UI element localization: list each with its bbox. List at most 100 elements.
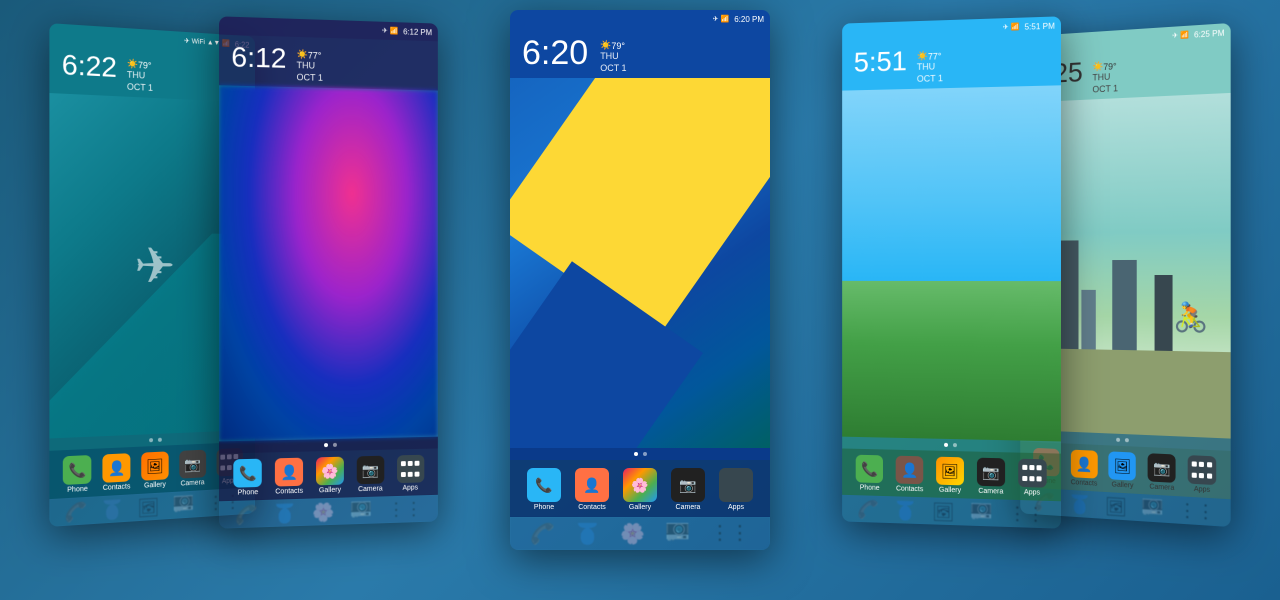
status-time-2: 6:12 PM — [403, 27, 432, 37]
app-camera-3[interactable]: 📷 Camera — [671, 468, 705, 511]
airplane-icon: ✈ — [134, 237, 175, 295]
app-camera[interactable]: 📷 Camera — [357, 456, 385, 494]
gallery-label-3: Gallery — [629, 504, 651, 511]
app-icon-contacts[interactable]: 👤 Contacts — [103, 453, 131, 492]
app-icon-phone[interactable]: 📞 Phone — [63, 455, 92, 494]
date-5: THUOCT 1 — [1092, 71, 1118, 96]
contacts-label: Contacts — [103, 483, 131, 492]
gallery-icon-5: 🖼 — [1109, 451, 1136, 480]
weather-3: ☀️ 79° — [600, 40, 625, 51]
app-icon-gallery[interactable]: 🖼 Gallery — [141, 451, 168, 489]
phone-icon-3: 📞 — [527, 468, 561, 502]
dock-reflection-3: 📞 👤 🌸 📷 ⋮⋮ — [510, 517, 770, 550]
dot — [1125, 438, 1129, 442]
phone-4[interactable]: ✈📶5:51 PM 5:51 ☀️ 77° THUOCT 1 — [842, 16, 1061, 528]
app-camera-4[interactable]: 📷 Camera — [977, 458, 1005, 496]
gallery-icon-2: 🌸 — [316, 457, 344, 486]
weather-4: ☀️ 77° — [917, 50, 942, 62]
app-phone[interactable]: 📞 Phone — [234, 459, 262, 497]
main-scene: ✈WiFi▲▼📶6:22 6:22 ☀️ 79° THUOCT 1 ✈ — [0, 0, 1280, 600]
phone-icon-4: 📞 — [856, 455, 883, 483]
app-contacts-3[interactable]: 👤 Contacts — [575, 468, 609, 511]
status-time-4: 5:51 PM — [1025, 21, 1055, 31]
app-apps-4[interactable]: Apps — [1018, 459, 1046, 497]
cyclist-figure: 🚴 — [1173, 301, 1208, 335]
camera-icon-3: 📷 — [671, 468, 705, 502]
app-apps-5[interactable]: Apps — [1188, 455, 1217, 494]
dock-reflection-4: 📞 👤 🖼 📷 ⋮⋮ — [842, 495, 1061, 529]
clock-time-2: 6:12 — [231, 43, 286, 73]
app-gallery-3[interactable]: 🌸 Gallery — [623, 468, 657, 511]
apps-label-5: Apps — [1194, 486, 1210, 494]
clock-time-1: 6:22 — [62, 51, 117, 82]
app-camera-5[interactable]: 📷 Camera — [1148, 453, 1176, 492]
dock-4: 📞 Phone 👤 Contacts 🖼 Gallery 📷 Camera — [842, 448, 1061, 501]
dot-active — [324, 443, 328, 447]
app-contacts-4[interactable]: 👤 Contacts — [896, 456, 924, 494]
apps-label-4: Apps — [1024, 489, 1040, 497]
status-time-3: 6:20 PM — [734, 15, 764, 24]
apps-icon-4 — [1018, 459, 1046, 488]
date-2: THUOCT 1 — [297, 60, 323, 84]
gallery-label-5: Gallery — [1112, 481, 1134, 489]
dot — [643, 452, 647, 456]
app-gallery[interactable]: 🌸 Gallery — [316, 457, 344, 495]
app-contacts-5[interactable]: 👤 Contacts — [1071, 450, 1098, 488]
date-4: THUOCT 1 — [917, 61, 943, 85]
phone-icon: 📞 — [63, 455, 92, 485]
contacts-label-4: Contacts — [896, 485, 923, 493]
app-apps-3[interactable]: Apps — [719, 468, 753, 511]
gallery-label: Gallery — [144, 481, 166, 489]
app-contacts[interactable]: 👤 Contacts — [275, 458, 303, 496]
weather-2: ☀️ 77° — [297, 49, 322, 61]
contacts-icon-3: 👤 — [575, 468, 609, 502]
camera-label: Camera — [181, 479, 205, 487]
camera-label-5: Camera — [1149, 483, 1174, 491]
app-gallery-5[interactable]: 🖼 Gallery — [1109, 451, 1136, 489]
clock-area-2: 6:12 ☀️ 77° THUOCT 1 — [219, 35, 438, 91]
phone-label-2: Phone — [238, 489, 259, 497]
status-bar-3: ✈📶6:20 PM — [510, 10, 770, 28]
dot — [149, 438, 153, 442]
camera-icon-2: 📷 — [357, 456, 385, 485]
clock-area-3: 6:20 ☀️ 79° THUOCT 1 — [510, 28, 770, 78]
gallery-icon: 🖼 — [141, 451, 168, 480]
app-gallery-4[interactable]: 🖼 Gallery — [936, 457, 964, 495]
gallery-label-2: Gallery — [319, 487, 341, 495]
contacts-label-2: Contacts — [275, 488, 303, 496]
phone-2[interactable]: ✈📶6:12 PM 6:12 ☀️ 77° THUOCT 1 — [219, 16, 438, 528]
clock-time-4: 5:51 — [854, 47, 907, 76]
camera-label-2: Camera — [358, 486, 383, 494]
app-icon-camera[interactable]: 📷 Camera — [179, 450, 206, 488]
contacts-icon-2: 👤 — [275, 458, 303, 487]
contacts-label-5: Contacts — [1071, 479, 1097, 487]
clock-area-4: 5:51 ☀️ 77° THUOCT 1 — [842, 35, 1061, 91]
camera-icon: 📷 — [179, 450, 206, 479]
dock-2: 📞 Phone 👤 Contacts 🌸 Gallery 📷 Camera — [219, 448, 438, 501]
dot-active — [634, 452, 638, 456]
wallpaper-4 — [842, 86, 1061, 442]
status-time-5: 6:25 PM — [1194, 28, 1225, 39]
dock-reflection-2: 📞 👤 🌸 📷 ⋮⋮ — [219, 495, 438, 529]
contacts-icon-5: 👤 — [1071, 450, 1098, 479]
dock-3: 📞 Phone 👤 Contacts 🌸 Gallery 📷 Camera — [510, 460, 770, 517]
gallery-icon-4: 🖼 — [936, 457, 964, 486]
phone-icon-2: 📞 — [234, 459, 262, 488]
phone-3[interactable]: ✈📶6:20 PM 6:20 ☀️ 79° THUOCT 1 — [510, 10, 770, 550]
camera-icon-5: 📷 — [1148, 453, 1176, 483]
app-phone-3[interactable]: 📞 Phone — [527, 468, 561, 511]
contacts-icon: 👤 — [103, 453, 131, 483]
date-1: THUOCT 1 — [127, 69, 153, 94]
page-dots-3 — [510, 448, 770, 460]
app-apps[interactable]: Apps — [397, 455, 424, 492]
app-phone-4[interactable]: 📞 Phone — [856, 455, 883, 492]
date-3: THUOCT 1 — [600, 51, 626, 74]
apps-icon-2 — [397, 455, 424, 483]
dot — [332, 443, 336, 447]
phone-label-4: Phone — [860, 484, 880, 491]
dot — [1116, 438, 1120, 442]
wallpaper-2 — [219, 86, 438, 442]
apps-icon-3 — [719, 468, 753, 502]
gallery-icon-3: 🌸 — [623, 468, 657, 502]
apps-icon-5 — [1188, 455, 1217, 485]
